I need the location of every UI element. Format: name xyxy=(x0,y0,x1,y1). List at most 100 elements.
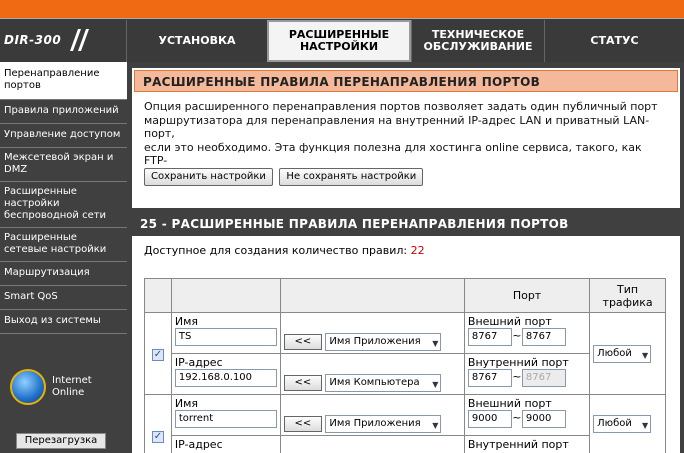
application-name-select[interactable]: Имя Приложения ▼ xyxy=(325,333,442,351)
ext-port-label: Внешний порт xyxy=(467,397,552,410)
application-name-select[interactable]: Имя Приложения ▼ xyxy=(325,415,442,433)
traffic-type-select[interactable]: Любой ▼ xyxy=(593,415,652,433)
rule-ip-cell: IP-адрес 192.168.0.100 xyxy=(170,353,281,395)
dont-save-settings-button[interactable]: Не сохранять настройки xyxy=(279,168,424,186)
header: DIR-300 УСТАНОВКА РАСШИРЕННЫЕ НАСТРОЙКИ … xyxy=(0,18,684,62)
range-tilde: ~ xyxy=(512,411,522,424)
range-tilde: ~ xyxy=(512,370,522,383)
traffic-type-value: Любой xyxy=(597,347,632,359)
header-cell-name xyxy=(170,278,281,313)
header-cell-traffic: Тип трафика xyxy=(589,278,666,313)
sidebar-item-app-rules[interactable]: Правила приложений xyxy=(0,100,127,124)
range-tilde: ~ xyxy=(512,329,522,342)
rules-available-label: Доступное для создания количество правил… xyxy=(144,244,408,257)
save-settings-button[interactable]: Сохранить настройки xyxy=(144,168,273,186)
copy-app-button[interactable]: << xyxy=(283,416,322,432)
tab-advanced[interactable]: РАСШИРЕННЫЕ НАСТРОЙКИ xyxy=(267,20,411,62)
rule-ip-cell: IP-адрес xyxy=(170,435,281,453)
rules-table: Порт Тип трафика ✓ Имя TS << Имя Приложе… xyxy=(144,278,666,453)
top-accent-bar xyxy=(0,0,684,18)
rule-name-input[interactable]: torrent xyxy=(174,410,277,428)
computer-name-select[interactable]: Имя Компьютера ▼ xyxy=(325,374,442,392)
ext-port-from-input[interactable]: 9000 xyxy=(467,410,512,428)
rule-int-port-cell: Внутренний порт 8767 ~8767 xyxy=(463,353,591,395)
rule-name-input[interactable]: TS xyxy=(174,328,277,346)
table-row: IP-адрес Внутренний порт xyxy=(145,435,666,453)
intro-panel: РАСШИРЕННЫЕ ПРАВИЛА ПЕРЕНАПРАВЛЕНИЯ ПОРТ… xyxy=(132,68,680,208)
rule-name-cell: Имя torrent xyxy=(170,394,281,436)
sidebar-item-access-control[interactable]: Управление доступом xyxy=(0,124,127,148)
int-port-from-input[interactable]: 8767 xyxy=(467,369,512,387)
rule-computer-select-cell xyxy=(279,435,465,453)
rule-traffic-cell: Любой ▼ xyxy=(589,312,666,395)
rules-title: 25 - РАСШИРЕННЫЕ ПРАВИЛА ПЕРЕНАПРАВЛЕНИЯ… xyxy=(132,212,680,236)
sidebar: Перенаправление портов Правила приложени… xyxy=(0,62,127,453)
rule-enabled-cell: ✓ xyxy=(144,312,172,395)
rule-ip-input[interactable]: 192.168.0.100 xyxy=(174,369,277,387)
int-port-label: Внутренний порт xyxy=(467,438,569,451)
chevron-down-icon: ▼ xyxy=(432,421,439,430)
traffic-type-select[interactable]: Любой ▼ xyxy=(593,344,652,363)
ext-port-from-input[interactable]: 8767 xyxy=(467,328,512,346)
intro-desc-line: если это необходимо. Эта функция полезна… xyxy=(144,140,642,168)
rule-name-cell: Имя TS xyxy=(170,312,281,354)
ext-port-to-input[interactable]: 9000 xyxy=(521,410,566,428)
copy-app-button[interactable]: << xyxy=(283,334,322,350)
sidebar-item-port-forwarding[interactable]: Перенаправление портов xyxy=(0,62,127,100)
header-cell-select xyxy=(279,278,465,313)
sidebar-item-smart-qos[interactable]: Smart QoS xyxy=(0,286,127,310)
sidebar-item-advanced-network[interactable]: Расширенные сетевые настройки xyxy=(0,228,127,262)
tab-setup[interactable]: УСТАНОВКА xyxy=(126,20,267,62)
rule-int-port-cell: Внутренний порт xyxy=(463,435,591,453)
table-row: ✓ Имя torrent << Имя Приложения ▼ Внешний… xyxy=(144,394,666,453)
table-header-row: Порт Тип трафика xyxy=(144,278,666,313)
ext-port-label: Внешний порт xyxy=(467,315,552,328)
intro-title: РАСШИРЕННЫЕ ПРАВИЛА ПЕРЕНАПРАВЛЕНИЯ ПОРТ… xyxy=(134,70,678,92)
chevron-down-icon: ▼ xyxy=(432,380,439,389)
application-name-select-value: Имя Приложения xyxy=(329,336,421,347)
sidebar-item-firewall-dmz[interactable]: Межсетевой экран и DMZ xyxy=(0,148,127,182)
rule-traffic-cell: Любой ▼ xyxy=(589,394,666,453)
tab-maintenance[interactable]: ТЕХНИЧЕСКОЕ ОБСЛУЖИВАНИЕ xyxy=(411,20,544,62)
header-cell-port: Порт xyxy=(463,278,591,313)
copy-computer-button[interactable]: << xyxy=(283,375,322,391)
main-content: РАСШИРЕННЫЕ ПРАВИЛА ПЕРЕНАПРАВЛЕНИЯ ПОРТ… xyxy=(130,62,684,453)
rule-enabled-checkbox[interactable]: ✓ xyxy=(151,349,164,361)
rule-enabled-checkbox[interactable]: ✓ xyxy=(151,431,164,443)
chevron-down-icon: ▼ xyxy=(432,339,439,348)
traffic-type-value: Любой xyxy=(597,418,632,429)
intro-desc-line: маршрутизатора для перенаправления на вн… xyxy=(144,113,650,141)
ip-label: IP-адрес xyxy=(174,438,223,451)
internet-status: Internet Online xyxy=(6,367,121,407)
main-tabs: УСТАНОВКА РАСШИРЕННЫЕ НАСТРОЙКИ ТЕХНИЧЕС… xyxy=(126,19,684,63)
computer-name-select-value: Имя Компьютера xyxy=(329,377,420,388)
tab-status[interactable]: СТАТУС xyxy=(544,20,684,62)
ip-label: IP-адрес xyxy=(174,356,223,369)
int-port-to-input: 8767 xyxy=(521,369,566,387)
reboot-button[interactable]: Перезагрузка xyxy=(16,433,106,449)
sidebar-item-routing[interactable]: Маршрутизация xyxy=(0,262,127,286)
table-row: ✓ Имя TS << Имя Приложения ▼ Внешний порт… xyxy=(144,312,666,395)
application-name-select-value: Имя Приложения xyxy=(329,418,421,429)
rule-computer-select-cell: << Имя Компьютера ▼ xyxy=(279,353,465,395)
rule-app-select-cell: << Имя Приложения ▼ xyxy=(279,312,465,354)
logo: DIR-300 xyxy=(0,27,124,57)
chevron-down-icon: ▼ xyxy=(641,421,649,430)
rule-app-select-cell: << Имя Приложения ▼ xyxy=(279,394,465,436)
rules-available: Доступное для создания количество правил… xyxy=(132,236,680,257)
logo-text: DIR-300 xyxy=(4,33,62,47)
int-port-label: Внутренний порт xyxy=(467,356,569,369)
sidebar-item-advanced-wireless[interactable]: Расширенные настройки беспроводной сети xyxy=(0,182,127,228)
rule-ext-port-cell: Внешний порт 8767 ~8767 xyxy=(463,312,591,354)
ext-port-to-input[interactable]: 8767 xyxy=(521,328,566,346)
name-label: Имя xyxy=(174,315,199,328)
header-cell-check xyxy=(144,278,172,313)
internet-status-line-2: Online xyxy=(52,387,85,398)
intro-desc-line: Опция расширенного перенаправления порто… xyxy=(144,100,658,113)
sidebar-item-logout[interactable]: Выход из системы xyxy=(0,310,127,334)
internet-globe-icon xyxy=(10,369,46,405)
intro-buttons: Сохранить настройки Не сохранять настрой… xyxy=(144,168,424,186)
table-row: IP-адрес 192.168.0.100 << Имя Компьютера… xyxy=(145,353,666,395)
name-label: Имя xyxy=(174,397,199,410)
internet-status-line-1: Internet xyxy=(52,375,92,386)
